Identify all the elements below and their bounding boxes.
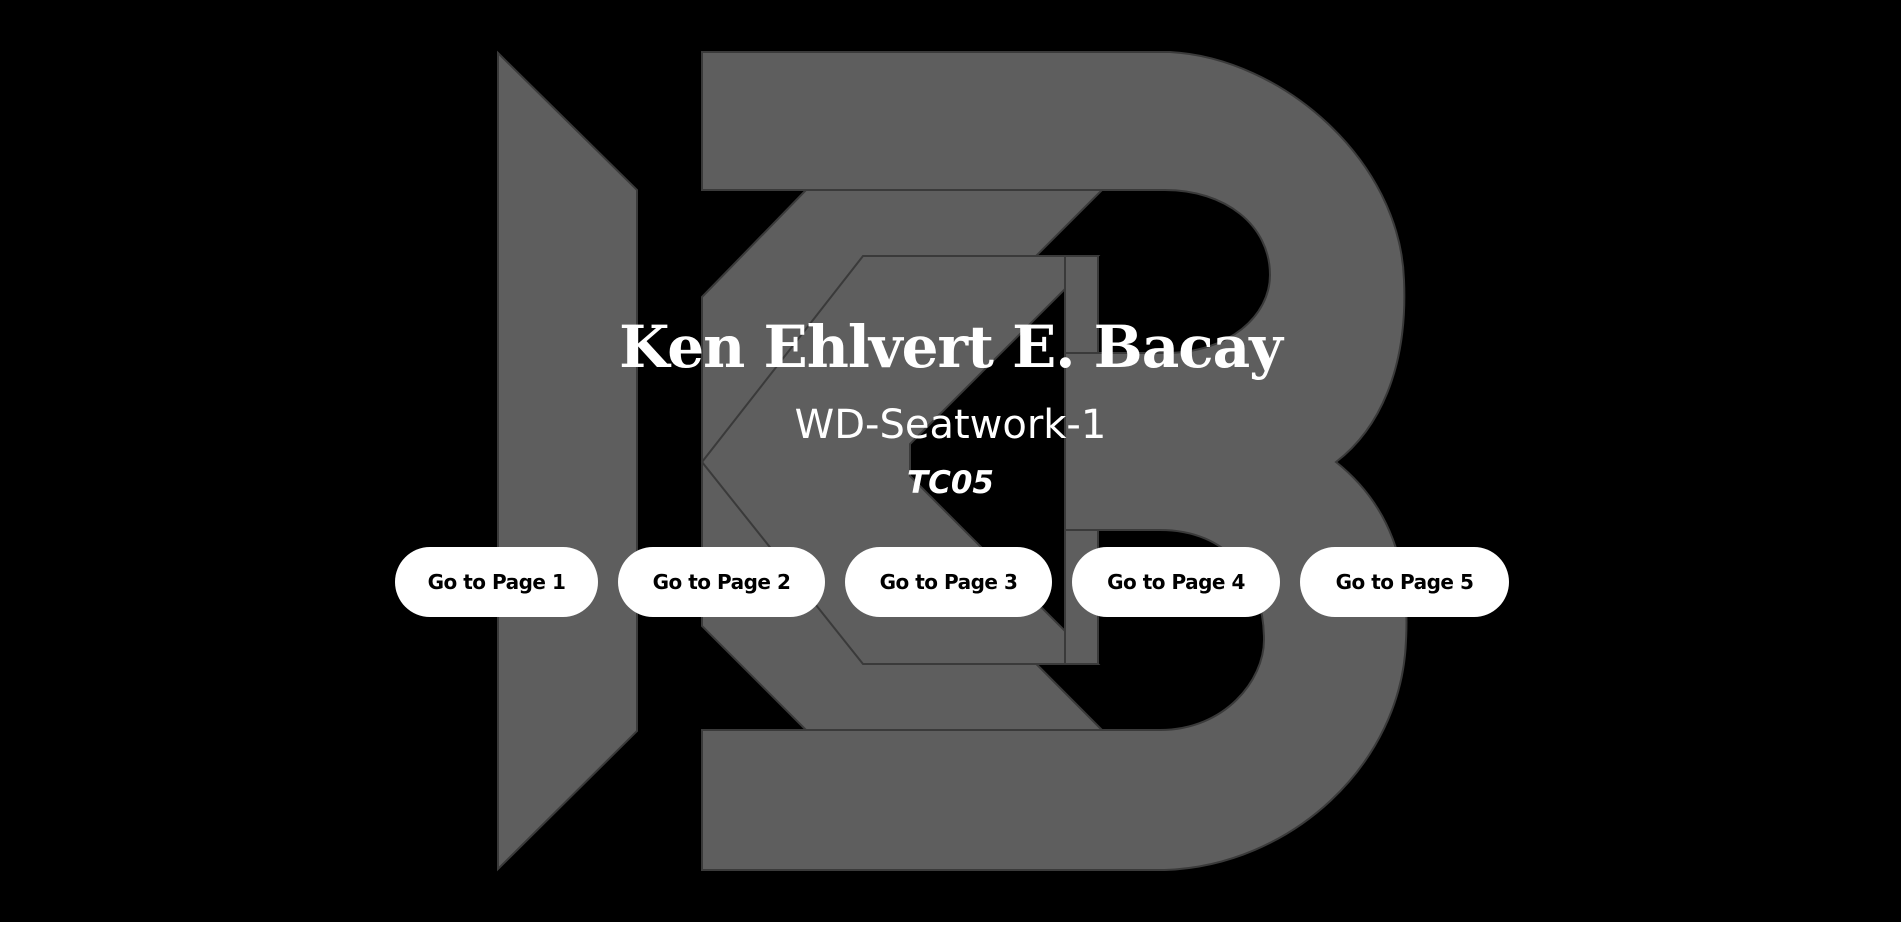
go-to-page-5-button[interactable]: Go to Page 5 xyxy=(1300,547,1509,617)
section-code: TC05 xyxy=(906,465,995,501)
page-title: Ken Ehlvert E. Bacay xyxy=(619,313,1283,381)
go-to-page-1-button[interactable]: Go to Page 1 xyxy=(395,547,598,617)
page-nav: Go to Page 1 Go to Page 2 Go to Page 3 G… xyxy=(395,547,1510,617)
go-to-page-4-button[interactable]: Go to Page 4 xyxy=(1072,547,1280,617)
hero-section: Ken Ehlvert E. Bacay WD-Seatwork-1 TC05 … xyxy=(0,0,1901,922)
go-to-page-2-button[interactable]: Go to Page 2 xyxy=(618,547,825,617)
hero-content: Ken Ehlvert E. Bacay WD-Seatwork-1 TC05 … xyxy=(0,0,1901,922)
go-to-page-3-button[interactable]: Go to Page 3 xyxy=(845,547,1052,617)
page-subtitle: WD-Seatwork-1 xyxy=(794,402,1107,448)
